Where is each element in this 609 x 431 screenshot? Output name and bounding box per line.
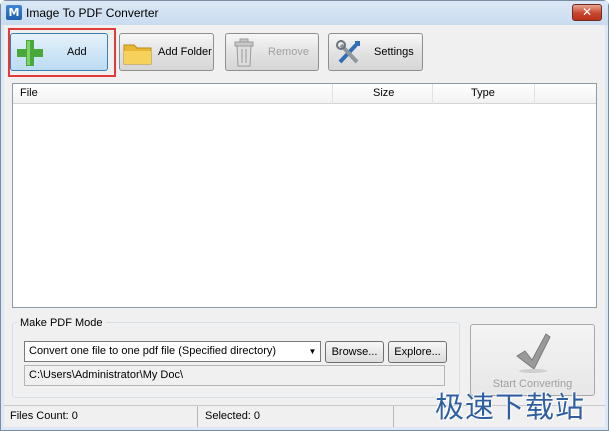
main-panel: Add Add Folder Remove Settings File Size… — [4, 25, 605, 405]
column-type[interactable]: Type — [433, 84, 535, 104]
chevron-down-icon[interactable]: ▼ — [305, 342, 320, 361]
app-logo-icon: M — [6, 5, 22, 20]
selected-status: Selected: 0 — [198, 406, 394, 427]
pdf-mode-label: Make PDF Mode — [17, 317, 106, 329]
close-button[interactable]: ✕ — [572, 4, 602, 21]
pdf-mode-select[interactable]: Convert one file to one pdf file (Specif… — [24, 341, 321, 362]
add-button-highlight — [8, 28, 116, 77]
files-count-status: Files Count: 0 — [4, 406, 198, 427]
trash-icon — [234, 38, 254, 67]
browse-button[interactable]: Browse... — [325, 341, 384, 363]
add-folder-label: Add Folder — [158, 46, 212, 58]
watermark: 极速下载站 — [435, 390, 586, 424]
remove-label: Remove — [268, 46, 309, 58]
remove-button[interactable]: Remove — [225, 33, 319, 71]
add-folder-button[interactable]: Add Folder — [119, 33, 214, 71]
column-size[interactable]: Size — [333, 84, 433, 104]
settings-label: Settings — [374, 46, 414, 58]
output-path-field[interactable]: C:\Users\Administrator\My Doc\ — [24, 365, 445, 386]
explore-button[interactable]: Explore... — [388, 341, 447, 363]
output-path-value: C:\Users\Administrator\My Doc\ — [29, 369, 184, 381]
file-list[interactable]: File Size Type — [12, 83, 597, 308]
tools-icon — [336, 40, 360, 64]
title-bar: M Image To PDF Converter ✕ — [1, 1, 608, 25]
checkmark-icon — [516, 333, 551, 373]
app-window: M Image To PDF Converter ✕ Add Add Folde… — [0, 0, 609, 431]
column-file[interactable]: File — [13, 84, 333, 104]
folder-icon — [123, 44, 152, 65]
pdf-mode-value: Convert one file to one pdf file (Specif… — [29, 345, 277, 357]
file-list-header: File Size Type — [13, 84, 596, 104]
window-title: Image To PDF Converter — [26, 6, 159, 20]
settings-button[interactable]: Settings — [328, 33, 423, 71]
